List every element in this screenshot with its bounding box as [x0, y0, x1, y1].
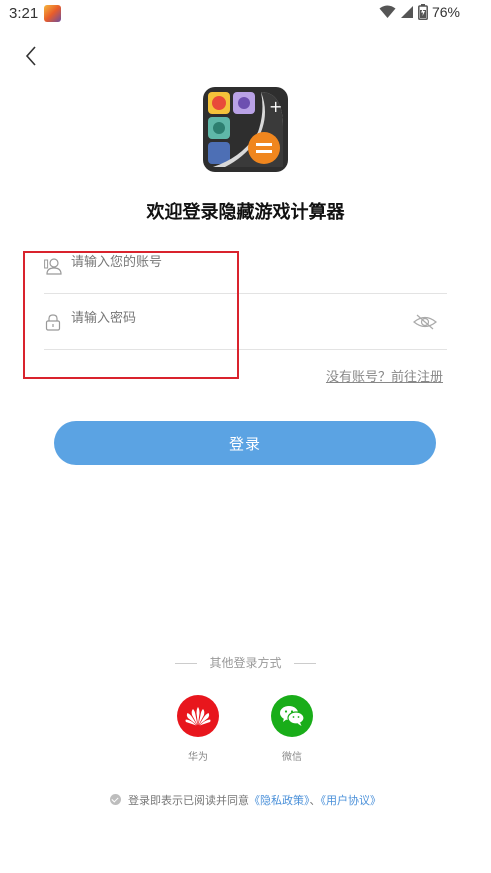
divider-left: [175, 663, 198, 664]
other-login-heading: 其他登录方式: [0, 654, 491, 671]
agreement-row: 登录即表示已阅读并同意《隐私政策》、《用户协议》: [0, 792, 491, 808]
huawei-login-button[interactable]: 华为: [168, 695, 228, 763]
other-login-label: 其他登录方式: [209, 656, 282, 670]
agreement-separator: 、: [309, 794, 321, 807]
status-bar: 3:21 76%: [0, 0, 491, 28]
svg-text:+: +: [269, 97, 282, 116]
app-logo: +: [203, 87, 288, 172]
agreement-text: 登录即表示已阅读并同意: [128, 794, 249, 807]
huawei-label: 华为: [188, 752, 208, 763]
privacy-policy-link[interactable]: 《隐私政策》: [249, 794, 310, 807]
back-button[interactable]: [20, 44, 44, 68]
huawei-icon: [177, 695, 219, 737]
login-button[interactable]: 登录: [54, 421, 436, 465]
user-agreement-link[interactable]: 《用户协议》: [321, 794, 382, 807]
register-link[interactable]: 没有账号？前往注册: [326, 366, 443, 385]
divider-right: [293, 663, 316, 664]
eye-closed-icon[interactable]: [413, 313, 437, 331]
checkbox-icon[interactable]: [110, 794, 121, 805]
status-indicators: 76%: [379, 4, 460, 20]
battery-icon: [418, 4, 428, 20]
status-time: 3:21: [9, 5, 39, 22]
highlight-box: [23, 251, 239, 379]
wechat-label: 微信: [282, 752, 302, 763]
wifi-icon: [379, 5, 396, 18]
wechat-login-button[interactable]: 微信: [262, 695, 322, 763]
signal-icon: [400, 6, 413, 18]
chevron-left-icon: [25, 46, 36, 66]
notification-app-icon: [44, 5, 61, 22]
page-title: 欢迎登录隐藏游戏计算器: [146, 202, 345, 223]
battery-percentage: 76%: [431, 4, 460, 20]
wechat-icon: [271, 695, 313, 737]
